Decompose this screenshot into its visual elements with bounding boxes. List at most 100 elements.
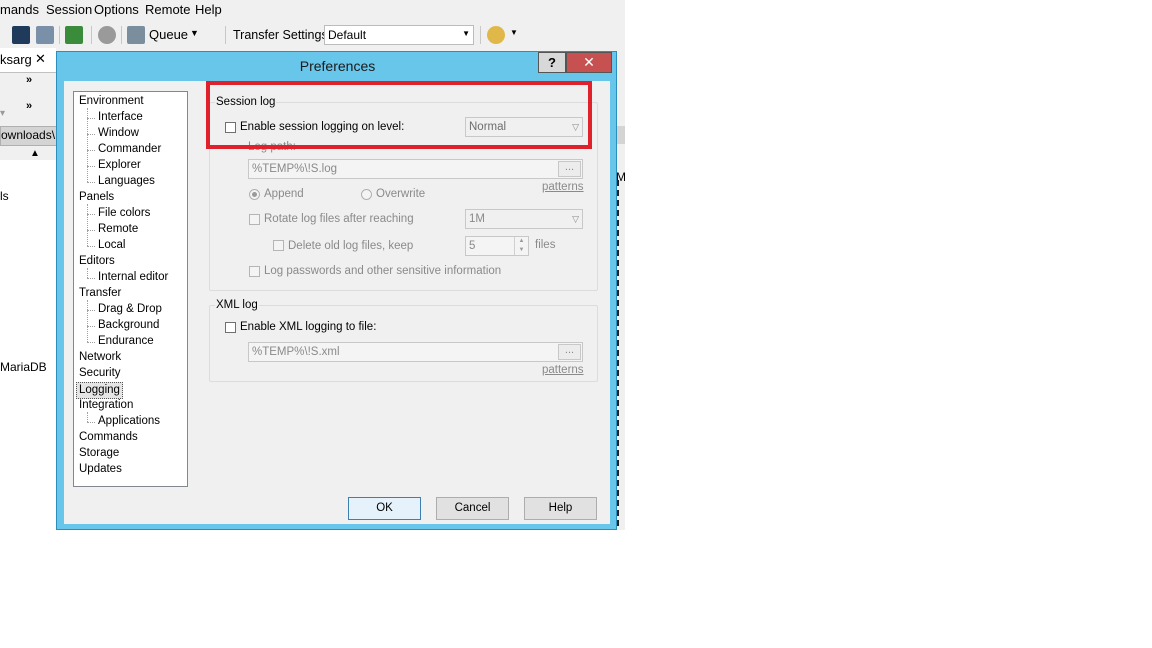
tree-connector — [87, 310, 95, 311]
keep-files-stepper[interactable]: 5 ▲ ▼ — [465, 236, 529, 256]
toolbar-separator — [480, 26, 481, 44]
tree-item-endurance[interactable]: Endurance — [98, 334, 154, 349]
log-path-browse-button[interactable]: ... — [558, 161, 581, 177]
ok-button[interactable]: OK — [348, 497, 421, 520]
globe-icon[interactable] — [487, 26, 505, 44]
tree-item-integration[interactable]: Integration — [79, 398, 133, 413]
list-item[interactable]: MariaDB — [0, 360, 47, 374]
session-tab[interactable]: ksarg ✕ — [0, 48, 56, 73]
session-tab-label: ksarg — [0, 52, 32, 67]
menu-help[interactable]: Help — [195, 2, 222, 17]
tree-connector — [87, 300, 88, 342]
tree-connector — [87, 108, 88, 182]
enable-xml-logging-checkbox[interactable] — [225, 322, 236, 333]
rotate-log-checkbox[interactable] — [249, 214, 260, 225]
title-help-button[interactable]: ? — [538, 52, 566, 73]
toolbar-separator — [91, 26, 92, 44]
toolbar: Queue ▼ Transfer Settings Default ▼ ▼ — [0, 22, 625, 48]
stepper-arrows-icon[interactable]: ▲ ▼ — [514, 237, 528, 255]
gear-icon[interactable] — [98, 26, 116, 44]
dialog-title: Preferences — [299, 58, 376, 74]
help-button[interactable]: Help — [524, 497, 597, 520]
tree-item-commands[interactable]: Commands — [79, 430, 138, 445]
menu-options[interactable]: Options — [94, 2, 139, 17]
delete-old-logs-label[interactable]: Delete old log files, keep — [288, 240, 413, 252]
rotate-log-label[interactable]: Rotate log files after reaching — [264, 213, 414, 225]
preferences-tree[interactable]: Environment Interface Window Commander Explo… — [73, 91, 188, 487]
chevron-down-icon[interactable]: ▼ — [190, 28, 199, 38]
chevron-down-icon: ▽ — [572, 214, 579, 224]
tree-item-internal-editor[interactable]: Internal editor — [98, 270, 168, 285]
tree-connector — [87, 182, 95, 183]
log-path-input[interactable]: %TEMP%\!S.log ... — [248, 159, 583, 179]
xml-log-path-value: %TEMP%\!S.xml — [252, 346, 340, 358]
terminal-icon[interactable] — [12, 26, 30, 44]
tree-item-interface[interactable]: Interface — [98, 110, 143, 125]
highlight-annotation — [206, 81, 592, 149]
xml-log-browse-button[interactable]: ... — [558, 344, 581, 360]
chevron-right-icon[interactable]: » — [26, 74, 32, 86]
sort-up-icon[interactable]: ▲ — [30, 148, 40, 159]
tree-connector — [87, 204, 88, 246]
tree-connector — [87, 412, 88, 422]
tree-item-editors[interactable]: Editors — [79, 254, 115, 269]
append-radio[interactable] — [249, 189, 260, 200]
tree-connector — [87, 246, 95, 247]
tree-item-environment[interactable]: Environment — [79, 94, 144, 109]
refresh-icon[interactable] — [65, 26, 83, 44]
menubar: mands Session Options Remote Help — [0, 0, 625, 20]
tree-item-storage[interactable]: Storage — [79, 446, 119, 461]
tree-connector — [87, 278, 95, 279]
transfer-settings-select[interactable]: Default ▼ — [324, 25, 474, 45]
tree-item-applications[interactable]: Applications — [98, 414, 160, 429]
tree-item-security[interactable]: Security — [79, 366, 121, 381]
list-item[interactable]: ls — [0, 189, 9, 203]
file-list[interactable]: ls MariaDB — [0, 160, 56, 530]
tree-item-languages[interactable]: Languages — [98, 174, 155, 189]
tree-item-panels[interactable]: Panels — [79, 190, 114, 205]
chevron-right-icon[interactable]: » — [26, 100, 32, 112]
tree-item-drag-drop[interactable]: Drag & Drop — [98, 302, 162, 317]
path-bar[interactable]: ownloads\ — [0, 126, 58, 146]
append-label[interactable]: Append — [264, 188, 304, 200]
tree-item-commander[interactable]: Commander — [98, 142, 161, 157]
menu-remote[interactable]: Remote — [145, 2, 191, 17]
back-arrow-icon[interactable]: ▾ — [0, 108, 5, 119]
tree-item-background[interactable]: Background — [98, 318, 159, 333]
tree-item-remote[interactable]: Remote — [98, 222, 138, 237]
queue-icon[interactable] — [127, 26, 145, 44]
tree-item-network[interactable]: Network — [79, 350, 121, 365]
delete-old-logs-checkbox[interactable] — [273, 240, 284, 251]
sync-browse-icon[interactable] — [36, 26, 54, 44]
close-icon[interactable]: ✕ — [35, 51, 46, 67]
log-passwords-checkbox[interactable] — [249, 266, 260, 277]
menu-session[interactable]: Session — [46, 2, 92, 17]
menu-commands[interactable]: mands — [0, 2, 39, 17]
overwrite-label[interactable]: Overwrite — [376, 188, 425, 200]
xml-log-path-input[interactable]: %TEMP%\!S.xml ... — [248, 342, 583, 362]
tree-connector — [87, 230, 95, 231]
tree-item-logging[interactable]: Logging — [76, 382, 123, 399]
toolbar-separator — [121, 26, 122, 44]
keep-files-value: 5 — [469, 240, 476, 252]
xml-log-patterns-link[interactable]: patterns — [542, 364, 584, 376]
queue-label[interactable]: Queue — [149, 27, 188, 42]
path-text: ownloads\ — [1, 128, 56, 142]
tree-item-updates[interactable]: Updates — [79, 462, 122, 477]
enable-xml-logging-label[interactable]: Enable XML logging to file: — [240, 321, 376, 333]
chevron-down-icon[interactable]: ▼ — [510, 28, 518, 37]
cancel-button[interactable]: Cancel — [436, 497, 509, 520]
close-button[interactable]: ✕ — [566, 52, 612, 73]
rotate-size-select[interactable]: 1M ▽ — [465, 209, 583, 229]
tree-connector — [87, 268, 88, 278]
tree-item-file-colors[interactable]: File colors — [98, 206, 150, 221]
tree-item-transfer[interactable]: Transfer — [79, 286, 121, 301]
tree-item-window[interactable]: Window — [98, 126, 139, 141]
tree-item-local[interactable]: Local — [98, 238, 126, 253]
overwrite-radio[interactable] — [361, 189, 372, 200]
log-path-patterns-link[interactable]: patterns — [542, 181, 584, 193]
tree-item-explorer[interactable]: Explorer — [98, 158, 141, 173]
log-passwords-label[interactable]: Log passwords and other sensitive inform… — [264, 265, 501, 277]
log-path-value: %TEMP%\!S.log — [252, 163, 337, 175]
files-label: files — [535, 239, 556, 251]
